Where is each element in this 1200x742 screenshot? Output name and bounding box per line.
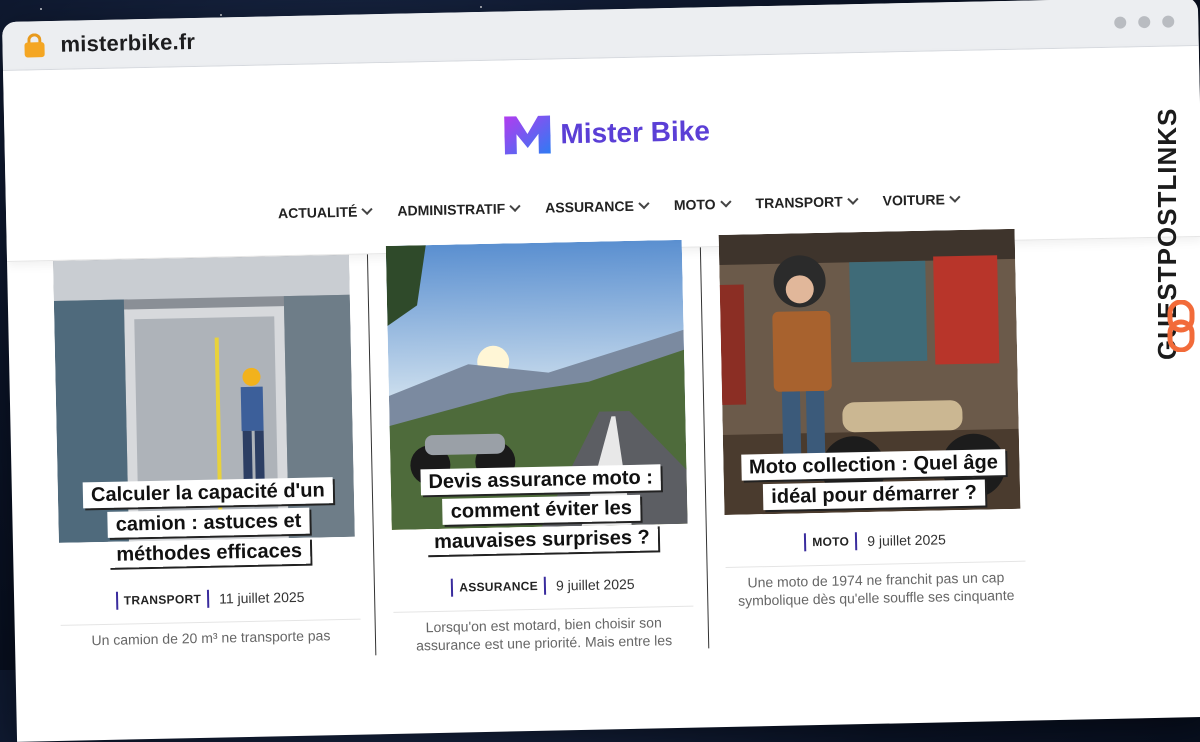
nav-item-transport[interactable]: TRANSPORT [755,193,859,212]
article-meta: TRANSPORT 11 juillet 2025 [60,587,360,611]
logo-text: Mister Bike [560,115,711,150]
nav-label: TRANSPORT [755,193,843,212]
chevron-down-icon [509,200,521,212]
site-header: Mister Bike ACTUALITÉ ADMINISTRATIF ASSU… [3,45,1200,262]
nav-label: ADMINISTRATIF [397,200,506,219]
nav-label: ASSURANCE [545,197,635,216]
article-card[interactable]: Calculer la capacité d'un camion : astuc… [47,254,367,662]
chevron-down-icon [719,196,732,208]
chevron-down-icon [638,197,650,210]
article-excerpt: Lorsqu'on est motard, bien choisir son a… [393,605,695,655]
nav-label: ACTUALITÉ [277,203,358,222]
nav-item-moto[interactable]: MOTO [673,196,732,213]
window-dot-icon[interactable] [1114,16,1127,29]
nav-item-voiture[interactable]: VOITURE [882,191,961,209]
category-tag[interactable]: ASSURANCE [451,576,547,597]
star [480,6,482,8]
category-tag[interactable]: MOTO [804,532,858,552]
article-date: 9 juillet 2025 [867,531,947,549]
nav-item-assurance[interactable]: ASSURANCE [545,197,650,216]
chevron-down-icon [361,203,373,216]
article-card[interactable]: Devis assurance moto : comment éviter le… [366,239,701,656]
site-logo[interactable]: Mister Bike [504,112,711,155]
article-excerpt: Un camion de 20 m³ ne transporte pas [60,618,362,650]
main-nav: ACTUALITÉ ADMINISTRATIF ASSURANCE MOTO T… [277,191,961,222]
window-dot-icon[interactable] [1162,15,1175,28]
article-date: 9 juillet 2025 [555,575,635,594]
url-text[interactable]: misterbike.fr [60,29,195,58]
nav-item-administratif[interactable]: ADMINISTRATIF [397,200,521,219]
chain-link-icon [1167,300,1195,352]
browser-window: misterbike.fr Mister Bike ACTUALITÉ ADMI… [2,0,1200,742]
article-meta: MOTO 9 juillet 2025 [725,529,1025,553]
article-title[interactable]: Devis assurance moto : comment éviter le… [420,464,662,556]
star [40,8,42,10]
nav-item-actualite[interactable]: ACTUALITÉ [277,203,373,222]
nav-label: VOITURE [882,191,946,209]
article-card[interactable]: Moto collection : Quel âge idéal pour dé… [699,228,1034,649]
lock-icon [24,33,45,58]
chevron-down-icon [846,193,859,205]
m-logo-icon [504,115,551,155]
chevron-down-icon [949,191,961,203]
article-date: 11 juillet 2025 [218,588,305,607]
star [220,14,222,16]
article-list: Calculer la capacité d'un camion : astuc… [47,228,1034,662]
article-meta: ASSURANCE 9 juillet 2025 [393,574,693,598]
article-title[interactable]: Moto collection : Quel âge idéal pour dé… [740,449,1007,511]
window-controls [1114,15,1175,29]
article-title-wrap: Devis assurance moto : comment éviter le… [390,462,692,558]
article-excerpt: Une moto de 1974 ne franchit pas un cap … [725,560,1027,610]
window-dot-icon[interactable] [1138,15,1151,29]
category-tag[interactable]: TRANSPORT [115,589,210,610]
article-title-wrap: Calculer la capacité d'un camion : astuc… [58,475,360,571]
nav-label: MOTO [673,196,716,213]
article-title[interactable]: Calculer la capacité d'un camion : astuc… [82,477,334,568]
article-title-wrap: Moto collection : Quel âge idéal pour dé… [723,447,1024,513]
